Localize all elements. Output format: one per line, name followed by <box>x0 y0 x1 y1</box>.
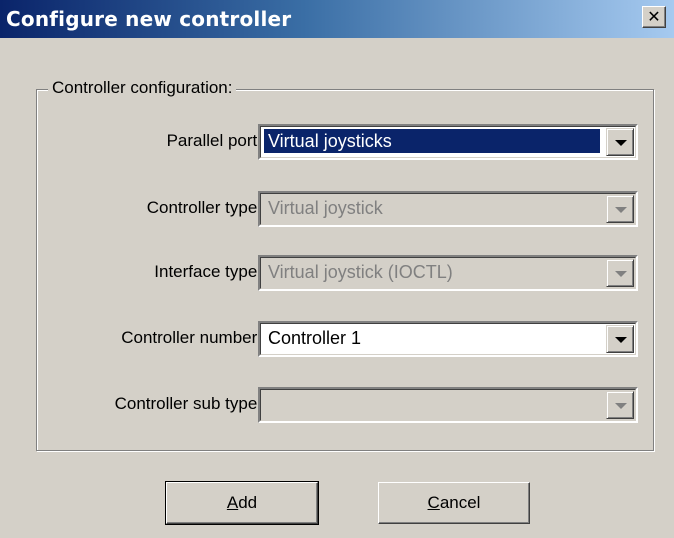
cancel-label-rest: ancel <box>439 493 481 512</box>
title-bar[interactable]: Configure new controller ✕ <box>0 0 674 38</box>
controller-number-dropdown-button[interactable] <box>606 325 634 353</box>
close-icon: ✕ <box>647 7 661 26</box>
interface-type-dropdown: Virtual joystick (IOCTL) <box>258 255 638 291</box>
add-mnemonic: A <box>226 493 239 512</box>
interface-type-value: Virtual joystick (IOCTL) <box>268 262 453 282</box>
chevron-down-icon <box>615 140 627 146</box>
controller-sub-type-dropdown-button <box>606 391 634 419</box>
controller-type-label: Controller type: <box>146 198 262 217</box>
controller-number-value: Controller 1 <box>268 328 362 348</box>
parallel-port-label: Parallel port: <box>166 131 262 150</box>
window-title: Configure new controller <box>6 7 292 31</box>
interface-type-dropdown-button <box>606 259 634 287</box>
group-label: Controller configuration: <box>48 78 237 98</box>
controller-number-label: Controller number: <box>121 328 262 347</box>
controller-type-dropdown: Virtual joystick <box>258 191 638 227</box>
parallel-port-value: Virtual joysticks <box>264 129 600 153</box>
chevron-down-icon <box>615 403 627 409</box>
add-button[interactable]: Add <box>165 481 319 525</box>
cancel-mnemonic: C <box>427 493 440 512</box>
controller-number-dropdown[interactable]: Controller 1 <box>258 321 638 357</box>
parallel-port-dropdown[interactable]: Virtual joysticks <box>258 124 638 160</box>
controller-type-value: Virtual joystick <box>268 198 383 218</box>
add-label-rest: dd <box>238 493 258 512</box>
controller-sub-type-label: Controller sub type: <box>114 394 262 413</box>
controller-sub-type-value <box>264 392 600 416</box>
close-button[interactable]: ✕ <box>642 6 666 28</box>
interface-type-label: Interface type: <box>154 262 262 281</box>
controller-type-dropdown-button <box>606 195 634 223</box>
chevron-down-icon <box>615 207 627 213</box>
configure-controller-dialog: Configure new controller ✕ Controller co… <box>0 0 674 538</box>
cancel-button[interactable]: Cancel <box>378 482 530 524</box>
controller-sub-type-dropdown <box>258 387 638 423</box>
chevron-down-icon <box>615 271 627 277</box>
chevron-down-icon <box>615 337 627 343</box>
parallel-port-dropdown-button[interactable] <box>606 128 634 156</box>
